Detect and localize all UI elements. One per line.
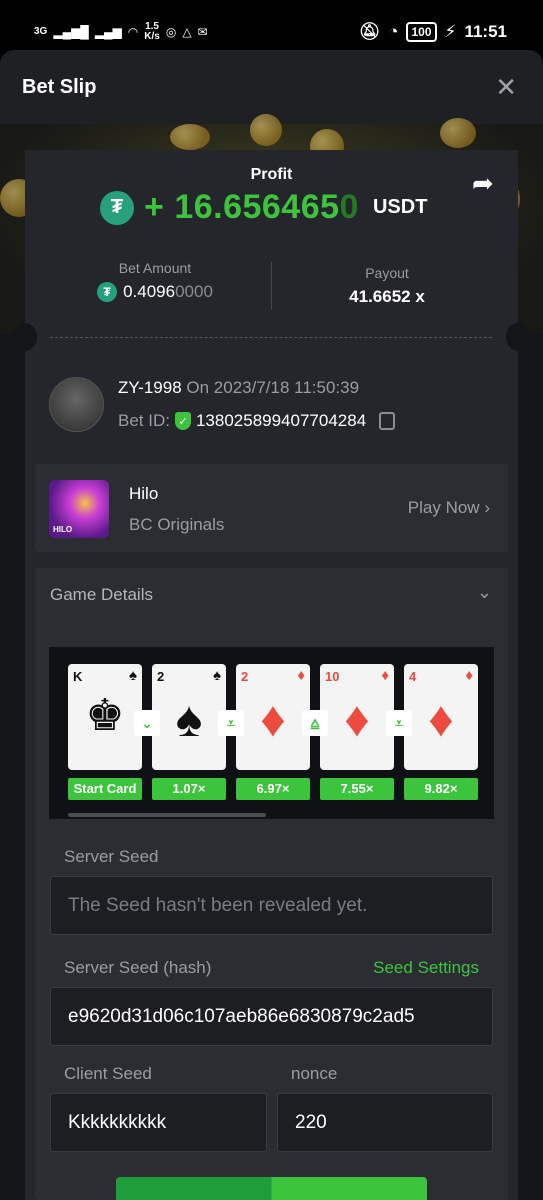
ticket-notch-left [13, 323, 37, 351]
ticket-notch-right [506, 323, 530, 351]
card-multiplier: 7.55× [320, 778, 394, 800]
username[interactable]: ZY-1998 [118, 378, 182, 397]
shield-check-icon: ✓ [174, 412, 191, 430]
playing-card: 2 ♦ ♦ [236, 664, 310, 770]
cards-scrollbar[interactable] [68, 813, 266, 817]
bet-amount: Bet Amount ₮ 0.40960000 [60, 260, 250, 302]
profit-value: + 16.6564650 [144, 188, 359, 226]
game-provider: BC Originals [129, 515, 225, 534]
verify-button[interactable] [116, 1177, 427, 1200]
card-multiplier: 9.82× [404, 778, 478, 800]
game-thumbnail: HILO [49, 480, 109, 538]
bet-amount-value: ₮ 0.40960000 [60, 282, 250, 302]
game-details-title: Game Details [50, 585, 153, 604]
bet-date: On 2023/7/18 [186, 378, 290, 397]
game-row[interactable]: HILO Hilo BC Originals Play Now › [35, 464, 508, 552]
server-seed-hash-field[interactable]: e9620d31d06c107aeb86e6830879c2ad5 [50, 987, 493, 1046]
dashed-divider [50, 337, 492, 338]
game-details-panel: Game Details ⌄ K ♠ ♚ 2 ♠ ♠ 2 ♦ ♦ 10 ♦ ♦ 4 ♦ ♦ ⌄ ⩡ … [35, 568, 508, 1200]
bet-id-value: 138025899407704284 [195, 411, 367, 430]
client-seed-field[interactable]: Kkkkkkkkkk [50, 1093, 267, 1152]
close-icon[interactable]: ✕ [495, 74, 517, 100]
server-seed-field[interactable]: The Seed hasn't been revealed yet. [50, 876, 493, 935]
signal-icon-2: ▂▄▆ [94, 25, 122, 39]
nonce-field[interactable]: 220 [277, 1093, 493, 1152]
mute-icon: 🔕︎ [358, 22, 381, 41]
bet-slip-header: Bet Slip ✕ [0, 50, 543, 124]
chevron-down-icon[interactable]: ⌄ [477, 582, 492, 603]
playing-card: 4 ♦ ♦ [404, 664, 478, 770]
nonce-label: nonce [291, 1064, 338, 1083]
client-seed-label: Client Seed [64, 1064, 152, 1083]
payout-label: Payout [365, 265, 409, 281]
usdt-icon: ₮ [100, 190, 134, 225]
signal-icon: ▂▄▆█ [53, 25, 89, 39]
battery-icon: 100 [406, 22, 437, 42]
playing-card: 10 ♦ ♦ [320, 664, 394, 770]
alert-icon: △ [182, 25, 192, 39]
usdt-icon: ₮ [97, 282, 118, 302]
bet-id-label: Bet ID: [118, 411, 170, 430]
playing-card: K ♠ ♚ [68, 664, 142, 770]
payout: Payout 41.6652 x [292, 265, 482, 307]
profit-row: ₮ + 16.6564650 USDT [100, 188, 427, 227]
app-icon: ◎ [165, 25, 177, 39]
higher-or-same-icon: ⩠ [302, 710, 328, 736]
network-type: 3G [34, 26, 48, 37]
chevron-right-icon: › [484, 498, 490, 517]
speedometer-icon: ◔ [388, 22, 399, 41]
lower-or-same-icon: ⩡ [218, 710, 244, 736]
copy-icon[interactable] [379, 412, 396, 430]
avatar[interactable] [49, 377, 104, 432]
divider [271, 262, 272, 310]
play-now-link[interactable]: Play Now › [408, 498, 490, 518]
bet-amount-label: Bet Amount [118, 260, 192, 276]
payout-value: 41.6652 x [349, 287, 425, 306]
card-multiplier: Start Card [68, 778, 142, 800]
cards-strip[interactable]: K ♠ ♚ 2 ♠ ♠ 2 ♦ ♦ 10 ♦ ♦ 4 ♦ ♦ ⌄ ⩡ ⩠ ⩡ Start Card … [49, 647, 494, 819]
charging-icon: ⚡︎ [444, 22, 457, 41]
server-seed-hash-label: Server Seed (hash) [64, 958, 212, 977]
profit-label: Profit [250, 166, 293, 183]
bet-time: 11:50:39 [294, 378, 360, 397]
card-multiplier: 6.97× [236, 778, 310, 800]
game-name: Hilo [129, 484, 159, 503]
network-speed: 1.5 K/s [144, 21, 160, 42]
card-multiplier: 1.07× [152, 778, 226, 800]
chat-icon: ✉ [197, 25, 208, 39]
lower-arrow-icon: ⌄ [134, 710, 160, 736]
user-line: ZY-1998 On 2023/7/18 11:50:39 [118, 378, 359, 398]
seed-settings-link[interactable]: Seed Settings [373, 958, 479, 978]
wifi-icon: ◠ [127, 25, 139, 39]
lower-or-same-icon: ⩡ [386, 710, 412, 736]
clock: 11:51 [464, 22, 507, 41]
server-seed-label: Server Seed [64, 847, 159, 866]
profit-currency: USDT [372, 196, 428, 218]
playing-card: 2 ♠ ♠ [152, 664, 226, 770]
share-icon[interactable]: ➦ [472, 168, 494, 199]
page-title: Bet Slip [22, 75, 97, 98]
bet-id-line: Bet ID: ✓ 138025899407704284 [118, 411, 396, 431]
